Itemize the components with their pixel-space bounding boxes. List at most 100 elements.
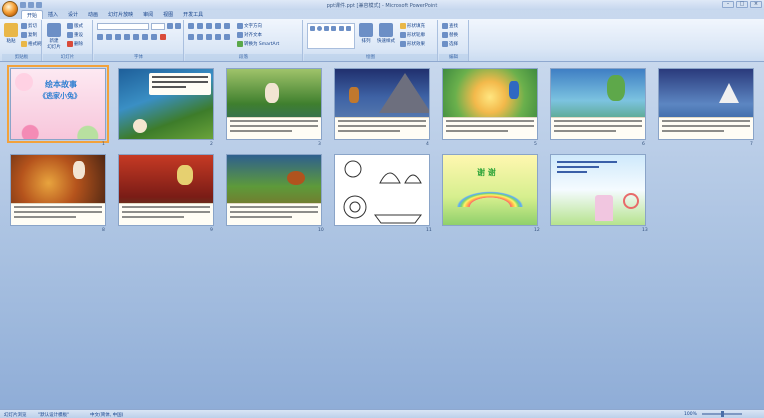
zoom-slider-handle[interactable] bbox=[721, 411, 724, 417]
font-name-combo[interactable] bbox=[97, 23, 149, 30]
office-button[interactable] bbox=[2, 1, 18, 17]
format-painter-button[interactable]: 格式刷 bbox=[21, 41, 42, 47]
decrease-indent-icon[interactable] bbox=[206, 23, 212, 29]
delete-icon bbox=[67, 41, 73, 47]
slide-number: 6 bbox=[642, 142, 645, 147]
strikethrough-icon[interactable] bbox=[124, 34, 130, 40]
tab-design[interactable]: 设计 bbox=[63, 10, 83, 19]
slide-text-lines bbox=[227, 117, 321, 139]
rectangle-shape-icon[interactable] bbox=[310, 26, 315, 31]
slide-number: 8 bbox=[102, 228, 105, 233]
slide-thumbnail[interactable] bbox=[550, 154, 646, 226]
slide-thumbnail[interactable] bbox=[658, 68, 754, 140]
delete-button[interactable]: 删除 bbox=[67, 41, 83, 47]
zoom-level[interactable]: 100% bbox=[684, 412, 697, 417]
arrow-shape-icon[interactable] bbox=[324, 26, 330, 31]
tab-insert[interactable]: 插入 bbox=[43, 10, 63, 19]
columns-icon[interactable] bbox=[224, 34, 230, 40]
shape-effects-button[interactable]: 形状效果 bbox=[400, 41, 425, 47]
group-label-slides: 幻灯片 bbox=[43, 54, 92, 61]
oval-shape-icon[interactable] bbox=[317, 26, 323, 31]
paste-button[interactable]: 粘贴 bbox=[4, 23, 18, 44]
slide-text-lines bbox=[119, 203, 213, 225]
select-button[interactable]: 选择 bbox=[442, 41, 458, 47]
slide-thumbnail[interactable]: 谢 谢 bbox=[442, 154, 538, 226]
slide-number: 9 bbox=[210, 228, 213, 233]
star-shape-icon[interactable] bbox=[345, 26, 351, 31]
shape-fill-button[interactable]: 形状填充 bbox=[400, 23, 425, 29]
rainbow-icon bbox=[443, 185, 537, 207]
triangle-shape-icon[interactable] bbox=[338, 26, 344, 31]
slide-thumbnail[interactable] bbox=[442, 68, 538, 140]
slide-thumbnail[interactable] bbox=[118, 154, 214, 226]
copy-button[interactable]: 复制 bbox=[21, 32, 37, 38]
find-button[interactable]: 查找 bbox=[442, 23, 458, 29]
smartart-button[interactable]: 转换为 SmartArt bbox=[237, 41, 279, 47]
align-text-button[interactable]: 对齐文本 bbox=[237, 32, 262, 38]
tab-view[interactable]: 视图 bbox=[158, 10, 178, 19]
line-spacing-icon[interactable] bbox=[224, 23, 230, 29]
increase-indent-icon[interactable] bbox=[215, 23, 221, 29]
slide-thumbnail[interactable] bbox=[226, 154, 322, 226]
shapes-gallery[interactable] bbox=[307, 23, 355, 49]
fill-icon bbox=[400, 23, 406, 29]
sailboat-icon bbox=[719, 83, 739, 103]
minimize-button[interactable]: – bbox=[722, 1, 734, 8]
align-center-icon[interactable] bbox=[197, 34, 203, 40]
line-shape-icon[interactable] bbox=[331, 26, 337, 31]
slide-number: 13 bbox=[642, 228, 648, 233]
spacing-icon[interactable] bbox=[142, 34, 148, 40]
align-right-icon[interactable] bbox=[206, 34, 212, 40]
slide-thumbnail[interactable] bbox=[118, 68, 214, 140]
bullets-icon[interactable] bbox=[188, 23, 194, 29]
slide-number: 4 bbox=[426, 142, 429, 147]
font-color-icon[interactable] bbox=[160, 34, 166, 40]
group-label-clipboard: 剪贴板 bbox=[2, 54, 41, 61]
language-status[interactable]: 中文(简体, 中国) bbox=[90, 412, 123, 418]
font-size-combo[interactable] bbox=[151, 23, 165, 30]
coloring-sketch bbox=[343, 160, 422, 224]
align-left-icon[interactable] bbox=[188, 34, 194, 40]
replace-button[interactable]: 替换 bbox=[442, 32, 458, 38]
grow-font-button[interactable] bbox=[167, 23, 173, 29]
italic-icon[interactable] bbox=[106, 34, 112, 40]
flower-decoration bbox=[11, 111, 105, 139]
underline-icon[interactable] bbox=[115, 34, 121, 40]
justify-icon[interactable] bbox=[215, 34, 221, 40]
slide-thumbnail[interactable] bbox=[550, 68, 646, 140]
reset-button[interactable]: 重设 bbox=[67, 32, 83, 38]
slide-number: 5 bbox=[534, 142, 537, 147]
shape-outline-button[interactable]: 形状轮廓 bbox=[400, 32, 425, 38]
shadow-icon[interactable] bbox=[133, 34, 139, 40]
close-button[interactable]: × bbox=[750, 1, 762, 8]
bold-icon[interactable] bbox=[97, 34, 103, 40]
quick-styles-button[interactable]: 快速样式 bbox=[377, 23, 395, 44]
align-text-icon bbox=[237, 32, 243, 38]
slide-thumbnail[interactable] bbox=[226, 68, 322, 140]
case-icon[interactable] bbox=[151, 34, 157, 40]
tab-slideshow[interactable]: 幻灯片放映 bbox=[103, 10, 138, 19]
shrink-font-button[interactable] bbox=[175, 23, 181, 29]
tab-developer[interactable]: 开发工具 bbox=[178, 10, 208, 19]
tab-review[interactable]: 审阅 bbox=[138, 10, 158, 19]
cut-button[interactable]: 剪切 bbox=[21, 23, 37, 29]
window-title: ppt课件.ppt [兼容模式] - Microsoft PowerPoint bbox=[326, 3, 438, 9]
text-direction-button[interactable]: 文字方向 bbox=[237, 23, 262, 29]
rabbit-icon bbox=[133, 119, 147, 133]
slide-text-lines bbox=[551, 117, 645, 139]
title-bar: ppt课件.ppt [兼容模式] - Microsoft PowerPoint … bbox=[0, 0, 764, 10]
layout-button[interactable]: 版式 bbox=[67, 23, 83, 29]
slide-thumbnail[interactable] bbox=[10, 154, 106, 226]
tab-animations[interactable]: 动画 bbox=[83, 10, 103, 19]
slide-thumbnail[interactable] bbox=[334, 68, 430, 140]
new-slide-button[interactable]: 新建 幻灯片 bbox=[47, 23, 61, 50]
arrange-button[interactable]: 排列 bbox=[359, 23, 373, 44]
outline-icon bbox=[400, 32, 406, 38]
slide-thumbnail[interactable]: 绘本故事 《逃家小兔》 bbox=[7, 65, 109, 143]
slide-number: 11 bbox=[426, 228, 432, 233]
numbering-icon[interactable] bbox=[197, 23, 203, 29]
tab-home[interactable]: 开始 bbox=[21, 10, 44, 19]
maximize-button[interactable]: □ bbox=[736, 1, 748, 8]
slide-thumbnail[interactable] bbox=[334, 154, 430, 226]
group-label-editing: 编辑 bbox=[439, 54, 468, 61]
